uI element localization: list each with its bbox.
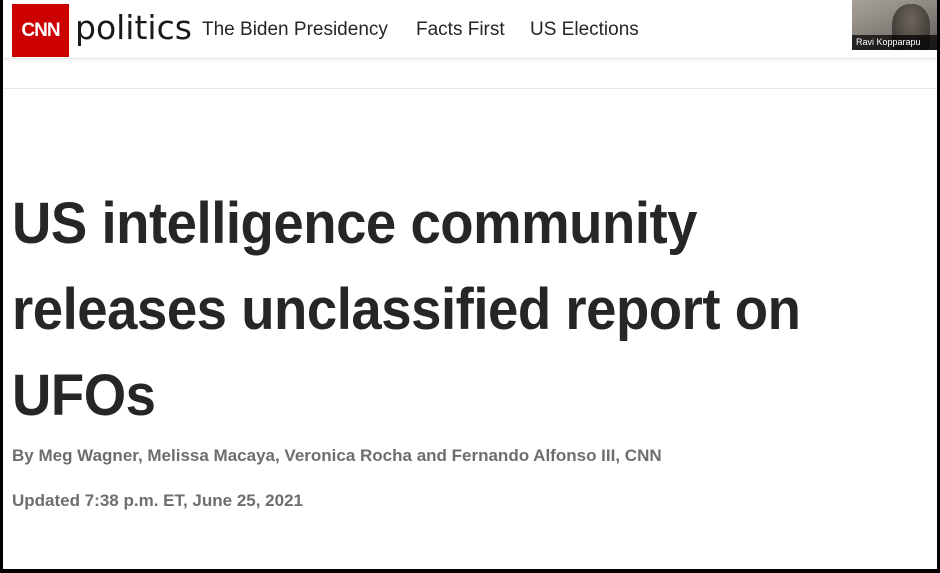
cnn-logo[interactable]: CNN (12, 4, 69, 57)
site-header: CNN politics The Biden Presidency Facts … (3, 0, 937, 59)
nav-link-facts-first[interactable]: Facts First (416, 18, 505, 42)
video-call-tile: Ravi Kopparapu (852, 0, 937, 50)
header-divider (3, 88, 937, 89)
nav-link-us-elections[interactable]: US Elections (530, 18, 639, 42)
article-headline: US intelligence community releases uncla… (12, 191, 801, 428)
nav-link-biden-presidency[interactable]: The Biden Presidency (202, 18, 388, 42)
article-byline: By Meg Wagner, Melissa Macaya, Veronica … (12, 446, 662, 465)
article-updated-timestamp: Updated 7:38 p.m. ET, June 25, 2021 (12, 491, 304, 510)
participant-name: Ravi Kopparapu (852, 35, 937, 50)
section-title-politics[interactable]: politics (75, 8, 192, 48)
logo-text: CNN (21, 19, 60, 41)
browser-viewport: CNN politics The Biden Presidency Facts … (3, 0, 937, 569)
